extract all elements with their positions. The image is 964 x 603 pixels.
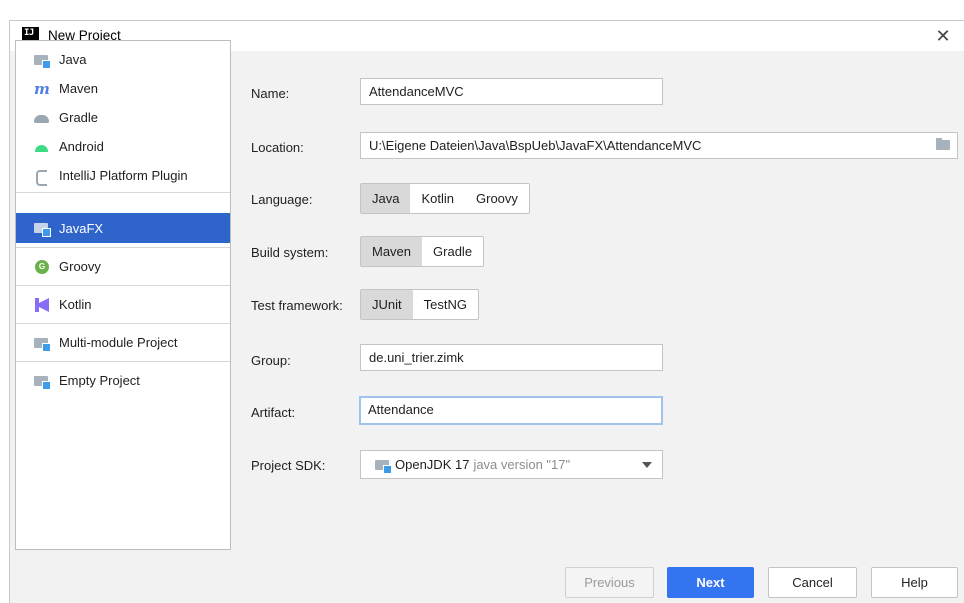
browse-folder-icon[interactable] — [936, 138, 950, 150]
test-framework-selector: JUnit TestNG — [360, 289, 479, 320]
close-icon[interactable]: ✕ — [930, 23, 956, 49]
location-label: Location: — [251, 140, 304, 155]
sidebar-item-label: Android — [59, 139, 104, 154]
location-value: U:\Eigene Dateien\Java\BspUeb\JavaFX\Att… — [369, 138, 702, 153]
sidebar-item-maven[interactable]: m Maven — [16, 74, 230, 103]
divider — [16, 323, 230, 324]
sidebar-item-javafx[interactable]: JavaFX — [16, 213, 230, 243]
group-label: Group: — [251, 353, 291, 368]
sidebar-item-label: Multi-module Project — [59, 335, 178, 350]
sidebar-item-label: Empty Project — [59, 373, 140, 388]
test-framework-label: Test framework: — [251, 298, 343, 313]
sidebar-item-multi-module[interactable]: Multi-module Project — [16, 328, 230, 357]
sidebar-item-label: JavaFX — [59, 220, 104, 236]
language-option-groovy[interactable]: Groovy — [465, 184, 529, 213]
sidebar-item-empty-project[interactable]: Empty Project — [16, 366, 230, 395]
sdk-name: OpenJDK 17 — [395, 457, 470, 472]
artifact-label: Artifact: — [251, 405, 296, 420]
sdk-folder-icon — [375, 457, 392, 474]
sidebar-item-groovy[interactable]: Groovy — [16, 252, 230, 281]
sidebar-item-label: Kotlin — [59, 297, 92, 312]
project-sdk-label: Project SDK: — [251, 458, 326, 473]
android-icon — [34, 139, 50, 155]
divider — [16, 285, 230, 286]
divider — [16, 192, 230, 193]
javafx-folder-icon — [34, 220, 51, 237]
sidebar-item-java[interactable]: Java — [16, 45, 230, 74]
language-selector: Java Kotlin Groovy — [360, 183, 530, 214]
sidebar-item-label: Maven — [59, 81, 99, 96]
test-option-testng[interactable]: TestNG — [413, 290, 478, 319]
chevron-down-icon — [642, 462, 652, 468]
module-folder-icon — [34, 335, 51, 352]
previous-button[interactable]: Previous — [565, 567, 654, 598]
name-label: Name: — [251, 86, 290, 101]
build-option-gradle[interactable]: Gradle — [422, 237, 483, 266]
name-field[interactable]: AttendanceMVC — [360, 78, 663, 105]
divider — [16, 361, 230, 362]
language-label: Language: — [251, 192, 313, 207]
cancel-button[interactable]: Cancel — [768, 567, 857, 598]
sidebar-item-label: Gradle — [59, 110, 99, 125]
sdk-version: java version "17" — [473, 457, 571, 472]
build-system-label: Build system: — [251, 245, 329, 260]
location-field[interactable]: U:\Eigene Dateien\Java\BspUeb\JavaFX\Att… — [360, 132, 958, 159]
maven-icon: m — [34, 79, 50, 98]
java-folder-icon — [34, 52, 51, 69]
sidebar-item-kotlin[interactable]: Kotlin — [16, 290, 230, 319]
groovy-icon — [34, 259, 50, 275]
sidebar-item-label: Groovy — [59, 259, 101, 274]
kotlin-icon — [34, 297, 50, 313]
build-option-maven[interactable]: Maven — [361, 237, 423, 266]
project-sdk-dropdown[interactable]: OpenJDK 17 java version "17" — [360, 450, 663, 479]
help-button[interactable]: Help — [871, 567, 958, 598]
next-button[interactable]: Next — [667, 567, 754, 598]
plugin-icon — [34, 168, 50, 186]
test-option-junit[interactable]: JUnit — [361, 290, 413, 319]
sidebar-item-label: IntelliJ Platform Plugin — [59, 168, 188, 183]
language-option-kotlin[interactable]: Kotlin — [410, 184, 465, 213]
sidebar-item-intellij-plugin[interactable]: IntelliJ Platform Plugin — [16, 161, 230, 190]
app-icon-text: IJ — [24, 28, 34, 38]
artifact-field[interactable]: Attendance — [359, 396, 663, 425]
empty-folder-icon — [34, 373, 51, 390]
sidebar-item-android[interactable]: Android — [16, 132, 230, 161]
gradle-icon — [34, 110, 50, 126]
language-option-java[interactable]: Java — [361, 184, 411, 213]
build-system-selector: Maven Gradle — [360, 236, 485, 267]
sidebar-item-label: Java — [59, 52, 87, 67]
sidebar-item-gradle[interactable]: Gradle — [16, 103, 230, 132]
group-field[interactable]: de.uni_trier.zimk — [360, 344, 663, 371]
divider — [16, 247, 230, 248]
project-type-list: Java m Maven Gradle Android IntelliJ Plat… — [15, 40, 231, 550]
